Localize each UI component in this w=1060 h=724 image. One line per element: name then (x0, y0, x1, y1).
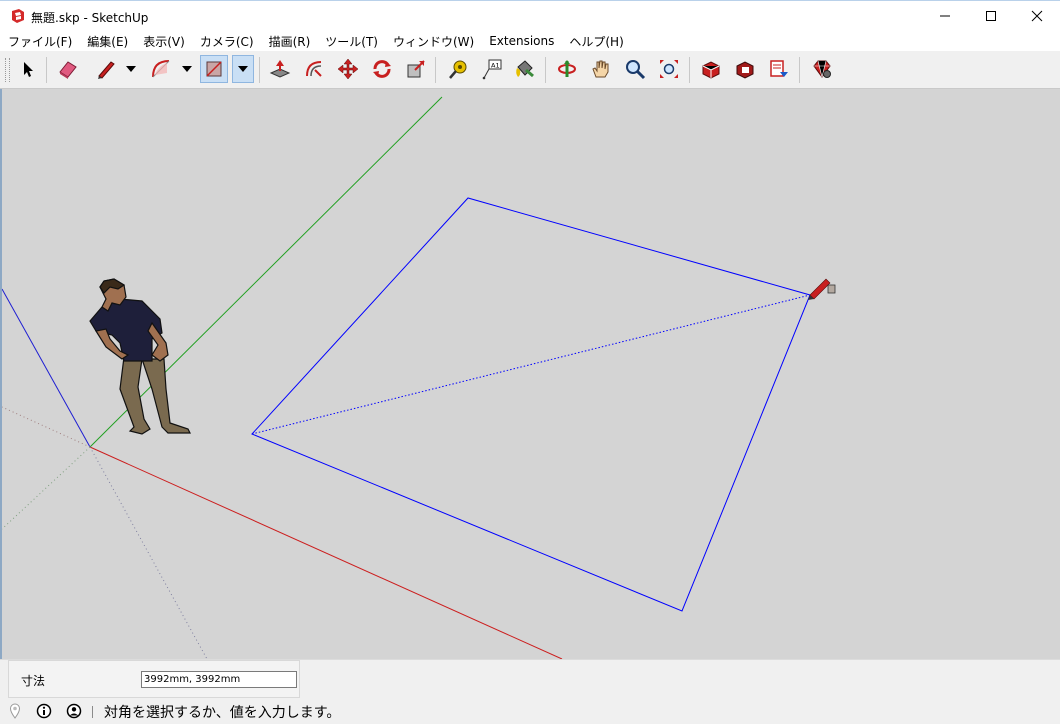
title-bar: 無題.skp - SketchUp (0, 0, 1060, 31)
eraser-icon (59, 61, 77, 79)
pan-hand-icon (592, 60, 609, 78)
green-axis (89, 96, 443, 448)
window-title: 無題.skp - SketchUp (31, 11, 149, 25)
credits-info-icon[interactable] (36, 703, 52, 719)
orbit-tool-button[interactable] (553, 55, 581, 83)
blue-axis-negative (89, 446, 208, 659)
status-bar: 対角を選択するか、値を入力します。 (0, 699, 1060, 724)
rectangle-diagonal (251, 294, 811, 435)
rectangle-preview (251, 197, 811, 612)
extension-warehouse-icon (736, 61, 754, 79)
zoom-extents-tool-button[interactable] (655, 55, 683, 83)
rotate-icon (373, 60, 391, 78)
green-axis-negative (2, 446, 91, 530)
arc-icon (152, 60, 170, 78)
red-axis-negative (2, 406, 91, 448)
text-label-icon: A1 (482, 59, 502, 80)
dropdown-arrow-icon (182, 66, 192, 72)
menu-draw[interactable]: 描画(R) (261, 33, 318, 50)
close-button[interactable] (1014, 1, 1060, 31)
paint-bucket-icon (516, 60, 534, 78)
minimize-icon (940, 15, 950, 17)
menu-camera[interactable]: カメラ(C) (192, 33, 261, 50)
scale-icon (407, 60, 425, 78)
rectangle-tool-dropdown[interactable] (232, 55, 254, 83)
menu-window[interactable]: ウィンドウ(W) (385, 33, 481, 50)
menu-edit[interactable]: 編集(E) (79, 33, 135, 50)
select-tool-button[interactable] (14, 55, 42, 83)
measurements-bar: 寸法 3992mm, 3992mm (0, 659, 1060, 699)
zoom-extents-icon (660, 60, 678, 78)
menu-view[interactable]: 表示(V) (135, 33, 192, 50)
menu-tools[interactable]: ツール(T) (317, 33, 385, 50)
move-tool-button[interactable] (334, 55, 362, 83)
offset-tool-button[interactable] (300, 55, 328, 83)
blue-axis (2, 288, 91, 448)
3d-warehouse-button[interactable] (697, 55, 725, 83)
menu-help[interactable]: ヘルプ(H) (561, 33, 630, 50)
measurements-label: 寸法 (21, 674, 46, 688)
measurements-panel: 寸法 3992mm, 3992mm (8, 660, 300, 698)
pencil-icon (98, 61, 115, 79)
push-pull-tool-button[interactable] (266, 55, 294, 83)
pan-tool-button[interactable] (587, 55, 615, 83)
red-axis (89, 446, 563, 659)
sketchup-logo-icon (10, 8, 26, 24)
push-pull-icon (269, 60, 291, 78)
status-message: 対角を選択するか、値を入力します。 (104, 705, 341, 721)
line-tool-dropdown[interactable] (123, 55, 139, 83)
magnifier-icon (626, 60, 646, 80)
text-tool-button[interactable]: A1 (478, 55, 506, 83)
layout-icon (770, 60, 788, 77)
line-tool-button[interactable] (92, 55, 120, 83)
warehouse-icon (702, 61, 720, 79)
minimize-button[interactable] (922, 1, 968, 31)
paint-bucket-tool-button[interactable] (510, 55, 538, 83)
tape-measure-tool-button[interactable] (444, 55, 472, 83)
dropdown-arrow-icon (126, 66, 136, 72)
rectangle-icon (206, 61, 222, 77)
eraser-tool-button[interactable] (54, 55, 82, 83)
offset-icon (306, 61, 322, 77)
model-canvas[interactable] (2, 89, 1060, 659)
arc-tool-button[interactable] (147, 55, 175, 83)
rectangle-tool-button[interactable] (200, 55, 228, 83)
svg-text:A1: A1 (491, 62, 500, 70)
send-to-layout-button[interactable] (765, 55, 793, 83)
move-icon (337, 58, 359, 80)
drawing-viewport[interactable] (0, 89, 1060, 659)
rotate-tool-button[interactable] (368, 55, 396, 83)
extension-manager-button[interactable] (807, 55, 835, 83)
status-divider (92, 706, 93, 718)
zoom-tool-button[interactable] (621, 55, 649, 83)
menu-file[interactable]: ファイル(F) (0, 33, 79, 50)
getting-started-toolbar: A1 (0, 51, 1060, 89)
menu-bar: ファイル(F) 編集(E) 表示(V) カメラ(C) 描画(R) ツール(T) … (0, 31, 1060, 51)
scale-figure-person (89, 278, 191, 435)
ruby-gem-icon (813, 60, 831, 78)
scale-tool-button[interactable] (402, 55, 430, 83)
close-icon (1031, 10, 1043, 22)
maximize-button[interactable] (968, 1, 1014, 31)
tape-measure-icon (449, 60, 467, 79)
arc-tool-dropdown[interactable] (179, 55, 195, 83)
orbit-icon (558, 60, 576, 77)
rectangle-cursor-icon (808, 278, 836, 300)
menu-extensions[interactable]: Extensions (481, 34, 561, 48)
extension-warehouse-button[interactable] (731, 55, 759, 83)
measurements-input[interactable]: 3992mm, 3992mm (141, 671, 297, 688)
geo-location-icon[interactable] (7, 703, 23, 719)
user-account-icon[interactable] (66, 703, 82, 719)
dropdown-arrow-icon (238, 66, 248, 72)
select-arrow-icon (24, 62, 33, 77)
maximize-icon (986, 11, 996, 21)
toolbar-grip[interactable] (5, 58, 10, 82)
